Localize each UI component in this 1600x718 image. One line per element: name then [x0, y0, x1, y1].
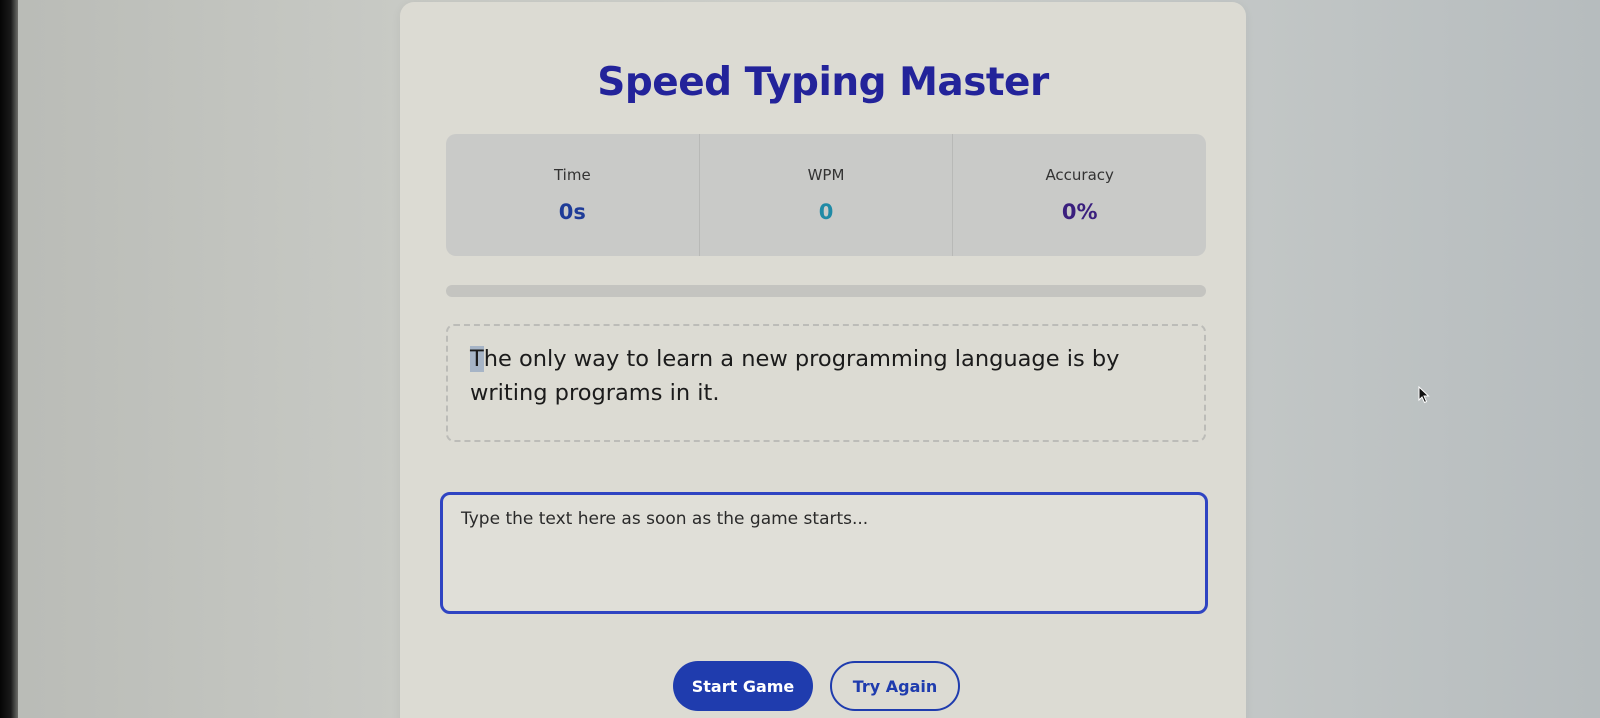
- quote-remaining-text: he only way to learn a new programming l…: [470, 346, 1120, 406]
- stat-wpm-label: WPM: [807, 166, 845, 184]
- stat-accuracy-value: 0%: [1061, 200, 1098, 224]
- stat-accuracy-label: Accuracy: [1045, 166, 1114, 184]
- stat-accuracy: Accuracy 0%: [953, 134, 1206, 256]
- game-card: Speed Typing Master Time 0s WPM 0 Accura…: [400, 2, 1246, 718]
- try-again-button[interactable]: Try Again: [830, 661, 960, 711]
- stat-wpm-value: 0: [818, 200, 834, 224]
- current-char-highlight: T: [470, 346, 484, 372]
- screen-bezel: [0, 0, 18, 718]
- stat-wpm: WPM 0: [700, 134, 954, 256]
- mouse-pointer-icon: [1418, 386, 1430, 404]
- progress-bar: [446, 285, 1206, 297]
- stat-time-value: 0s: [558, 200, 586, 224]
- quote-text: The only way to learn a new programming …: [446, 324, 1206, 442]
- stat-time: Time 0s: [446, 134, 700, 256]
- typing-input[interactable]: [440, 492, 1208, 614]
- start-game-button[interactable]: Start Game: [673, 661, 813, 711]
- page-title: Speed Typing Master: [597, 60, 1049, 105]
- stats-panel: Time 0s WPM 0 Accuracy 0%: [446, 134, 1206, 256]
- stat-time-label: Time: [553, 166, 591, 184]
